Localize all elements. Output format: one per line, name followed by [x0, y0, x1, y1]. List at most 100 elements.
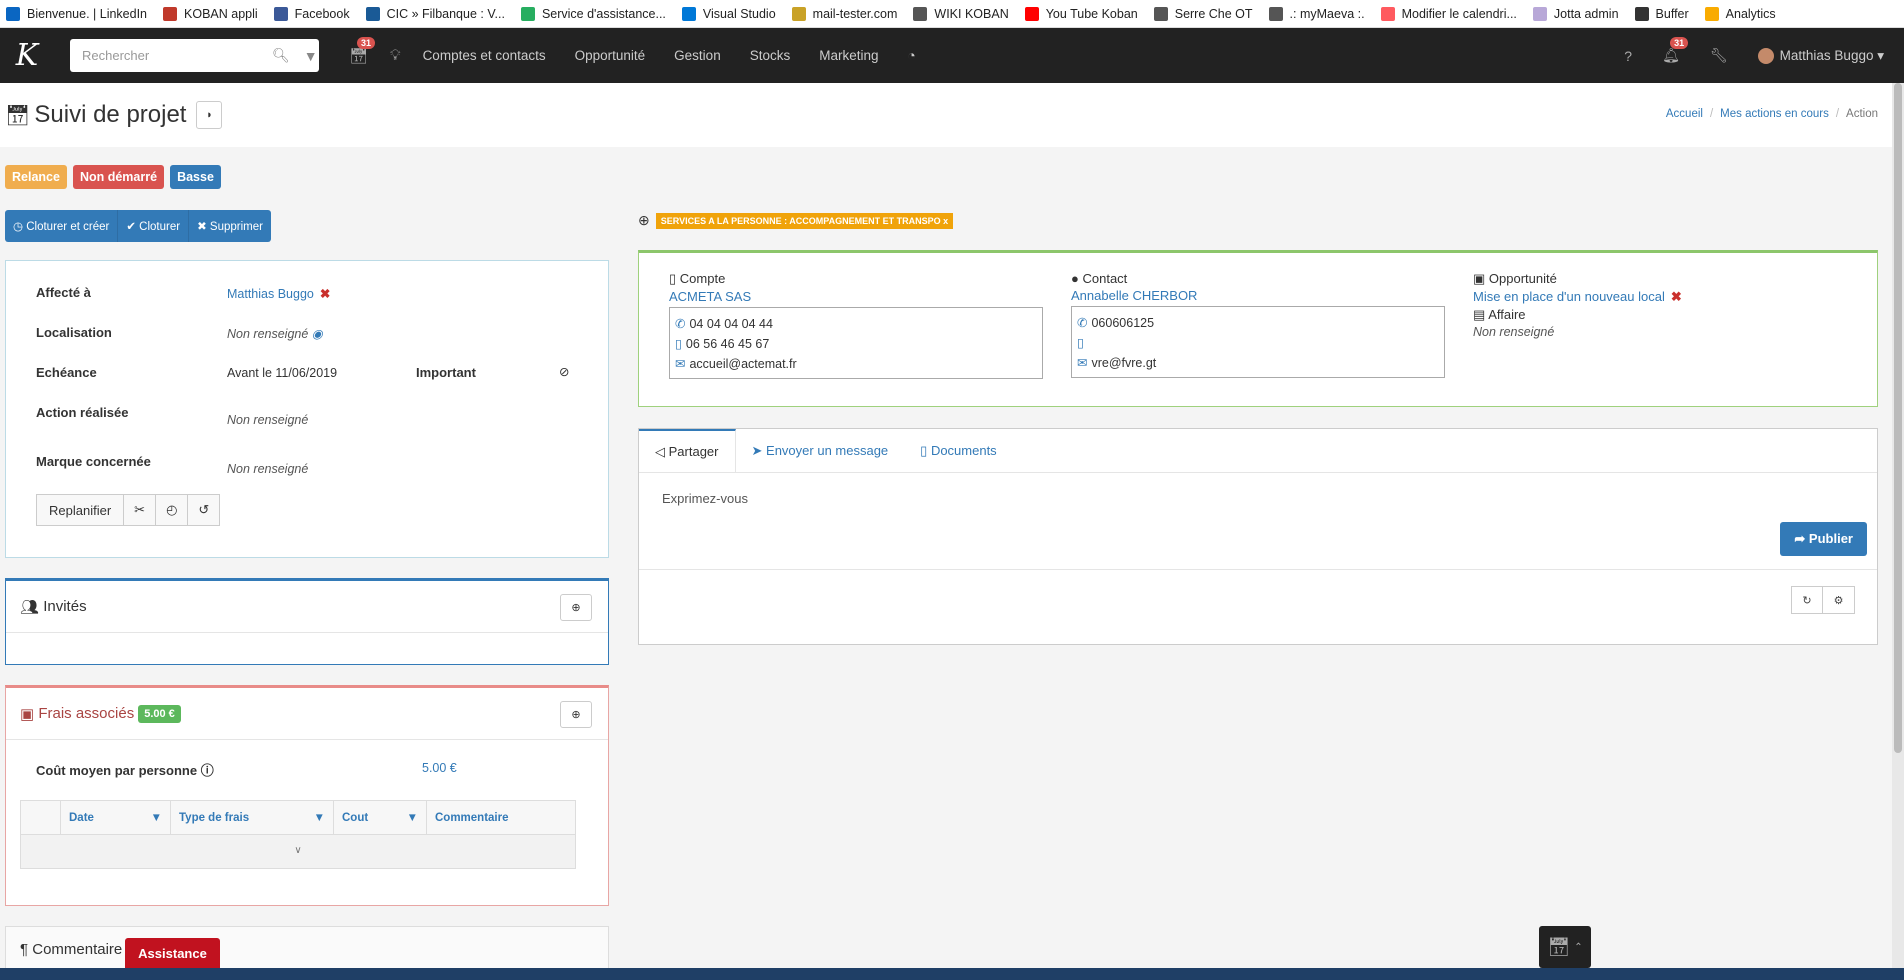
bookmark-item[interactable]: Modifier le calendri... [1380, 6, 1517, 21]
bookmark-item[interactable]: Facebook [273, 6, 350, 21]
account-email[interactable]: ✉ accueil@actemat.fr [675, 354, 1037, 374]
gear-icon[interactable]: ⚙ [1823, 586, 1855, 614]
tab-documents[interactable]: ▯ Documents [904, 429, 1013, 472]
bookmark-item[interactable]: Service d'assistance... [520, 6, 666, 21]
bookmark-item[interactable]: You Tube Koban [1024, 6, 1138, 21]
filter-icon[interactable]: ▼ [304, 48, 318, 64]
nav-marketing[interactable]: Marketing [819, 48, 878, 63]
bookmark-item[interactable]: .: myMaeva :. [1268, 6, 1365, 21]
nav-stocks[interactable]: Stocks [750, 48, 791, 63]
avg-cost-label: Coût moyen par personne ⓘ [36, 763, 214, 778]
refresh-icon[interactable]: ↻ [1791, 586, 1823, 614]
delete-button[interactable]: ✖ Supprimer [189, 210, 271, 242]
remove-icon[interactable]: ✖ [1671, 289, 1682, 304]
bookmark-item[interactable]: Jotta admin [1532, 6, 1619, 21]
bell-icon[interactable]: 🔔︎ 31 [1662, 37, 1689, 64]
envelope-icon: ✉ [675, 357, 686, 371]
bookmark-item[interactable]: Buffer [1634, 6, 1689, 21]
tab-message[interactable]: ➤ Envoyer un message [736, 429, 905, 472]
remove-icon[interactable]: ✖ [320, 287, 330, 301]
contact-email[interactable]: ✉ vre@fvre.gt [1077, 353, 1439, 373]
help-icon[interactable]: ? [1624, 48, 1632, 64]
close-and-create-button[interactable]: ◷ Cloturer et créer [5, 210, 119, 242]
wrench-icon[interactable]: 🔧︎ [1710, 47, 1728, 64]
contact-info-box: ✆ 060606125 ▯ ✉ vre@fvre.gt [1071, 306, 1445, 378]
paragraph-icon: ¶ [20, 941, 29, 958]
page-header: 📅︎ Suivi de projet ◗ Accueil / Mes actions… [0, 83, 1904, 147]
app-navbar: K 🔍︎ ▼ 📅︎31 💡︎ Comptes et contacts Oppor… [0, 28, 1904, 83]
publish-button[interactable]: ➦ Publier [1780, 522, 1867, 556]
tab-share[interactable]: ◁ Partager [639, 429, 736, 472]
label-relance[interactable]: Relance [5, 165, 67, 189]
search-input[interactable] [82, 48, 258, 63]
assigned-link[interactable]: Matthias Buggo [227, 287, 314, 301]
bookmark-label: WIKI KOBAN [934, 6, 1009, 21]
nav-opportunite[interactable]: Opportunité [575, 48, 646, 63]
post-input[interactable]: Exprimez-vous [662, 491, 748, 506]
search-icon[interactable]: 🔍︎ [272, 47, 290, 64]
comment-header: ¶ Commentaire [20, 941, 123, 958]
dashboard-icon[interactable]: ◔ [908, 48, 916, 63]
bookmark-item[interactable]: KOBAN appli [163, 6, 258, 21]
col-date[interactable]: Date ▼ [61, 801, 171, 834]
ban-icon[interactable]: ⊘ [559, 364, 569, 379]
scissors-icon[interactable]: ✂ [124, 494, 157, 526]
shield-button[interactable]: ◗ [196, 101, 223, 129]
category-tag[interactable]: SERVICES A LA PERSONNE : ACCOMPAGNEMENT … [655, 212, 954, 229]
due-label: Echéance [36, 365, 97, 380]
breadcrumb-actions[interactable]: Mes actions en cours [1720, 108, 1829, 120]
brand-value[interactable]: Non renseigné [227, 462, 308, 476]
account-phone2[interactable]: ▯ 06 56 46 45 67 [675, 334, 1037, 354]
user-menu[interactable]: Matthias Buggo ▾ [1757, 47, 1884, 64]
calendar-float-button[interactable]: 📅︎ ⌃ [1539, 926, 1591, 968]
bookmark-label: Jotta admin [1553, 6, 1619, 21]
reschedule-button[interactable]: Replanifier [36, 494, 125, 526]
affaire-value[interactable]: Non renseigné [1473, 325, 1682, 339]
avg-cost-value[interactable]: 5.00 € [422, 761, 457, 775]
done-value[interactable]: Non renseigné [227, 413, 308, 427]
close-button[interactable]: ✔ Cloturer [118, 210, 190, 242]
col-cost[interactable]: Cout ▼ [334, 801, 427, 834]
bookmark-item[interactable]: Visual Studio [681, 6, 776, 21]
nav-comptes-contacts[interactable]: Comptes et contacts [423, 48, 546, 63]
account-phone1[interactable]: ✆ 04 04 04 04 44 [675, 314, 1037, 334]
account-info-box: ✆ 04 04 04 04 44 ▯ 06 56 46 45 67 ✉ accueil… [669, 307, 1043, 379]
bookmark-label: CIC » Filbanque : V... [386, 6, 505, 21]
add-invite-button[interactable]: ⊕ [560, 594, 592, 621]
history-icon[interactable]: ↺ [188, 494, 221, 526]
assistance-button[interactable]: Assistance [125, 938, 220, 968]
calendar-icon[interactable]: 📅︎ 31 [349, 36, 376, 65]
bookmark-item[interactable]: Analytics [1704, 6, 1776, 21]
bookmark-item[interactable]: Serre Che OT [1153, 6, 1253, 21]
contact-phone1[interactable]: ✆ 060606125 [1077, 313, 1439, 333]
contact-phone2[interactable]: ▯ [1077, 333, 1439, 353]
page-scrollbar[interactable] [1892, 83, 1904, 968]
contact-link[interactable]: Annabelle CHERBOR [1071, 288, 1445, 303]
col-type[interactable]: Type de frais ▼ [171, 801, 334, 834]
label-priority[interactable]: Basse [170, 165, 221, 189]
bookmark-item[interactable]: CIC » Filbanque : V... [365, 6, 505, 21]
bookmark-label: Service d'assistance... [541, 6, 666, 21]
feed-tools: ↻ ⚙ [1791, 586, 1855, 614]
col-comment[interactable]: Commentaire [427, 801, 575, 834]
lightbulb-icon[interactable]: 💡︎ [390, 47, 401, 64]
app-logo[interactable]: K [4, 28, 50, 83]
bookmark-item[interactable]: Bienvenue. | LinkedIn [6, 6, 147, 21]
add-tag-icon[interactable]: ⊕ [638, 212, 650, 229]
add-expense-button[interactable]: ⊕ [560, 701, 592, 728]
clock-icon[interactable]: ◴ [156, 494, 189, 526]
bookmark-item[interactable]: mail-tester.com [791, 6, 897, 21]
location-value[interactable]: Non renseigné ◉ [227, 326, 323, 341]
due-value[interactable]: Avant le 11/06/2019 [227, 366, 337, 380]
bookmark-icon [913, 6, 928, 21]
breadcrumb-home[interactable]: Accueil [1666, 108, 1703, 120]
bookmark-item[interactable]: WIKI KOBAN [913, 6, 1009, 21]
expand-icon[interactable]: ∨ [21, 835, 575, 856]
scrollbar-thumb[interactable] [1894, 83, 1902, 753]
nav-gestion[interactable]: Gestion [674, 48, 721, 63]
contact-column: ● Contact Annabelle CHERBOR ✆ 060606125 ▯… [1071, 271, 1445, 378]
bookmark-icon [681, 6, 696, 21]
filter-icon: ▼ [406, 811, 418, 824]
account-link[interactable]: ACMETA SAS [669, 289, 1043, 304]
label-status[interactable]: Non démarré [72, 165, 165, 189]
